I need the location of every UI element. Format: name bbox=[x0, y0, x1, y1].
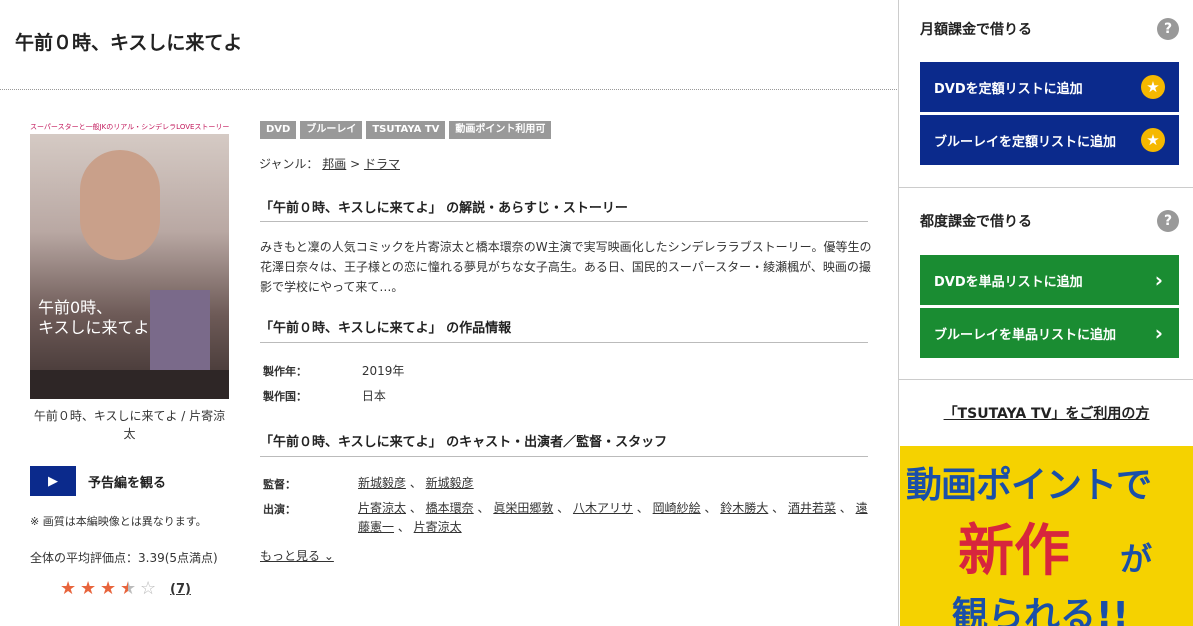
main-content: 午前０時、キスしに来てよ スーパースターと一般JKのリアル・シンデレラLOVEス… bbox=[0, 0, 899, 626]
cast-link[interactable]: 橋本環奈 bbox=[426, 501, 474, 515]
star-badge-icon: ★ bbox=[1141, 75, 1165, 99]
cast-link[interactable]: 八木アリサ bbox=[573, 501, 633, 515]
help-icon[interactable]: ? bbox=[1157, 18, 1179, 40]
cast-link[interactable]: 鈴木勝大 bbox=[720, 501, 768, 515]
rating-stars: ★ ★ ★ ★ ☆ (7) bbox=[60, 580, 191, 598]
divider bbox=[260, 456, 868, 457]
quality-note: ※ 画質は本編映像とは異なります。 bbox=[30, 515, 207, 528]
cast-list: 片寄涼太 、 橋本環奈 、 眞栄田郷敦 、 八木アリサ 、 岡崎紗絵 、 鈴木勝… bbox=[358, 501, 868, 534]
star-half-icon: ★ bbox=[120, 580, 140, 598]
chevron-right-icon: › bbox=[1154, 321, 1163, 345]
poster-image[interactable]: スーパースターと一般JKのリアル・シンデレラLOVEストーリー 午前0時、 キス… bbox=[30, 120, 229, 399]
divider bbox=[260, 342, 868, 343]
genre-link-hougaku[interactable]: 邦画 bbox=[322, 157, 346, 171]
add-bluray-monthly-button[interactable]: ブルーレイを定額リストに追加 ★ bbox=[920, 115, 1179, 165]
tag-video-point: 動画ポイント利用可 bbox=[449, 121, 552, 139]
cast-heading: 「午前０時、キスしに来てよ」 のキャスト・出演者／監督・スタッフ bbox=[260, 435, 668, 450]
per-rental-heading: 都度課金で借りる bbox=[920, 214, 1032, 230]
button-label: DVDを単品リストに追加 bbox=[934, 274, 1083, 290]
divider bbox=[260, 221, 868, 222]
star-icon: ★ bbox=[100, 578, 117, 599]
divider bbox=[899, 187, 1193, 188]
info-row-year: 製作年： 2019年 bbox=[263, 362, 404, 379]
story-heading: 「午前０時、キスしに来てよ」 の解説・あらすじ・ストーリー bbox=[260, 201, 628, 216]
banner-text-2b: が bbox=[1120, 540, 1153, 578]
info-heading: 「午前０時、キスしに来てよ」 の作品情報 bbox=[260, 321, 512, 336]
cast-label: 出演： bbox=[263, 503, 296, 516]
button-label: DVDを定額リストに追加 bbox=[934, 81, 1083, 97]
genre-link-drama[interactable]: ドラマ bbox=[364, 157, 400, 171]
button-label: ブルーレイを単品リストに追加 bbox=[934, 327, 1117, 343]
director-row: 監督： bbox=[263, 476, 358, 492]
star-empty-icon: ☆ bbox=[140, 578, 157, 599]
director-list: 新城毅彦 、 新城毅彦 bbox=[358, 476, 474, 490]
page-title: 午前０時、キスしに来てよ bbox=[15, 32, 243, 54]
poster-tagline: スーパースターと一般JKのリアル・シンデレラLOVEストーリー bbox=[30, 120, 229, 134]
star-icon: ★ bbox=[80, 578, 97, 599]
poster-figure-2 bbox=[150, 290, 210, 380]
info-value: 日本 bbox=[361, 389, 386, 403]
video-point-banner[interactable]: 動画ポイントで 新作 が 観られる!! bbox=[900, 446, 1193, 626]
tsutaya-tv-link[interactable]: 「TSUTAYA TV」をご利用の方 bbox=[899, 403, 1193, 423]
info-key: 製作年： bbox=[263, 365, 307, 378]
tag-tsutaya-tv: TSUTAYA TV bbox=[366, 121, 446, 139]
divider bbox=[0, 89, 899, 90]
tag-bluray: ブルーレイ bbox=[300, 121, 363, 139]
average-rating: 全体の平均評価点：3.39(5点満点) bbox=[30, 551, 218, 565]
cast-link[interactable]: 片寄涼太 bbox=[414, 520, 462, 534]
cast-link[interactable]: 岡崎紗絵 bbox=[653, 501, 701, 515]
star-badge-icon: ★ bbox=[1141, 128, 1165, 152]
genre-label: ジャンル： bbox=[259, 157, 319, 171]
format-tags: DVD ブルーレイ TSUTAYA TV 動画ポイント利用可 bbox=[260, 121, 552, 139]
director-label: 監督： bbox=[263, 478, 296, 491]
trailer-label[interactable]: 予告編を観る bbox=[88, 472, 166, 491]
divider bbox=[899, 379, 1193, 380]
cast-row: 出演： bbox=[263, 501, 358, 517]
story-text: みきもと凜の人気コミックを片寄涼太と橋本環奈のW主演で実写映画化したシンデレララ… bbox=[260, 240, 872, 294]
banner-text-3: 観られる!! bbox=[952, 595, 1129, 626]
genre-separator: > bbox=[350, 157, 361, 171]
director-link[interactable]: 新城毅彦 bbox=[358, 476, 406, 490]
director-link[interactable]: 新城毅彦 bbox=[426, 476, 474, 490]
info-key: 製作国： bbox=[263, 390, 307, 403]
monthly-heading: 月額課金で借りる bbox=[920, 22, 1032, 38]
show-more-link[interactable]: もっと見る ⌄ bbox=[260, 547, 334, 564]
genre-breadcrumb: ジャンル： 邦画 > ドラマ bbox=[259, 155, 400, 172]
cast-link[interactable]: 片寄涼太 bbox=[358, 501, 406, 515]
poster-figure bbox=[80, 150, 160, 260]
poster-caption: 午前０時、キスしに来てよ / 片寄涼太 bbox=[33, 409, 226, 441]
poster-title-art: 午前0時、 キスしに来てよ bbox=[38, 298, 150, 337]
cast-link[interactable]: 眞栄田郷敦 bbox=[493, 501, 553, 515]
banner-text-1: 動画ポイントで bbox=[906, 465, 1152, 506]
tag-dvd: DVD bbox=[260, 121, 297, 139]
button-label: ブルーレイを定額リストに追加 bbox=[934, 134, 1117, 150]
banner-text-2: 新作 bbox=[958, 519, 1070, 584]
add-dvd-single-button[interactable]: DVDを単品リストに追加 › bbox=[920, 255, 1179, 305]
review-count-link[interactable]: (7) bbox=[170, 582, 191, 597]
info-row-country: 製作国： 日本 bbox=[263, 387, 386, 404]
rental-sidebar: 月額課金で借りる ? DVDを定額リストに追加 ★ ブルーレイを定額リストに追加… bbox=[898, 0, 1193, 626]
add-bluray-single-button[interactable]: ブルーレイを単品リストに追加 › bbox=[920, 308, 1179, 358]
cast-link[interactable]: 酒井若菜 bbox=[788, 501, 836, 515]
poster-cast-strip bbox=[30, 370, 229, 399]
help-icon[interactable]: ? bbox=[1157, 210, 1179, 232]
chevron-right-icon: › bbox=[1154, 268, 1163, 292]
info-value: 2019年 bbox=[361, 364, 405, 378]
star-icon: ★ bbox=[60, 578, 77, 599]
trailer-button[interactable]: ▶ 予告編を観る bbox=[30, 466, 166, 496]
add-dvd-monthly-button[interactable]: DVDを定額リストに追加 ★ bbox=[920, 62, 1179, 112]
play-icon[interactable]: ▶ bbox=[30, 466, 76, 496]
